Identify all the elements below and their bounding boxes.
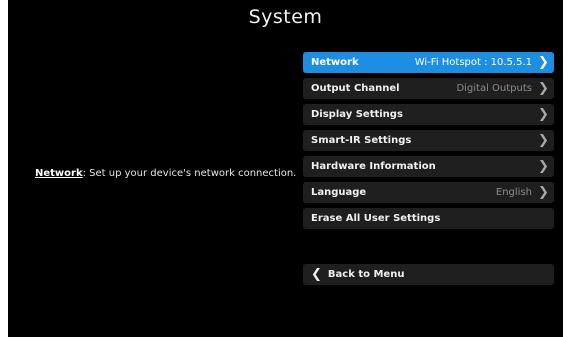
chevron-right-icon: ❯ bbox=[538, 107, 549, 122]
back-label: Back to Menu bbox=[327, 269, 405, 280]
page-title: System bbox=[248, 6, 323, 28]
description-text: : Set up your device's network connectio… bbox=[82, 168, 297, 179]
menu-item-output-channel[interactable]: Output Channel Digital Outputs ❯ bbox=[303, 78, 554, 99]
menu-item-erase-all-user-settings[interactable]: Erase All User Settings bbox=[303, 208, 554, 229]
menu-item-value: English bbox=[495, 187, 532, 198]
menu-item-display-settings[interactable]: Display Settings ❯ bbox=[303, 104, 554, 125]
chevron-left-icon: ❮ bbox=[311, 267, 322, 282]
system-screen: System Network: Set up your device's net… bbox=[8, 0, 563, 337]
back-to-menu-button[interactable]: ❮ Back to Menu bbox=[303, 264, 554, 285]
menu-item-network[interactable]: Network Wi-Fi Hotspot : 10.5.5.1 ❯ bbox=[303, 52, 554, 73]
chevron-right-icon: ❯ bbox=[538, 159, 549, 174]
item-description: Network: Set up your device's network co… bbox=[35, 168, 305, 179]
description-key: Network bbox=[35, 168, 83, 179]
menu-item-label: Output Channel bbox=[311, 83, 400, 94]
menu-item-value: Digital Outputs bbox=[456, 83, 532, 94]
menu-item-smart-ir-settings[interactable]: Smart-IR Settings ❯ bbox=[303, 130, 554, 151]
chevron-right-icon: ❯ bbox=[538, 81, 549, 96]
menu-item-language[interactable]: Language English ❯ bbox=[303, 182, 554, 203]
menu-item-label: Network bbox=[311, 57, 359, 68]
menu-item-hardware-information[interactable]: Hardware Information ❯ bbox=[303, 156, 554, 177]
menu-item-label: Hardware Information bbox=[311, 161, 436, 172]
menu-item-label: Erase All User Settings bbox=[311, 213, 441, 224]
menu-item-label: Language bbox=[311, 187, 367, 198]
chevron-right-icon: ❯ bbox=[538, 133, 549, 148]
menu-item-value: Wi-Fi Hotspot : 10.5.5.1 bbox=[414, 57, 532, 68]
chevron-right-icon: ❯ bbox=[538, 55, 549, 70]
menu-item-label: Smart-IR Settings bbox=[311, 135, 412, 146]
settings-menu: Network Wi-Fi Hotspot : 10.5.5.1 ❯ Outpu… bbox=[303, 52, 554, 234]
menu-item-label: Display Settings bbox=[311, 109, 403, 120]
chevron-right-icon: ❯ bbox=[538, 185, 549, 200]
